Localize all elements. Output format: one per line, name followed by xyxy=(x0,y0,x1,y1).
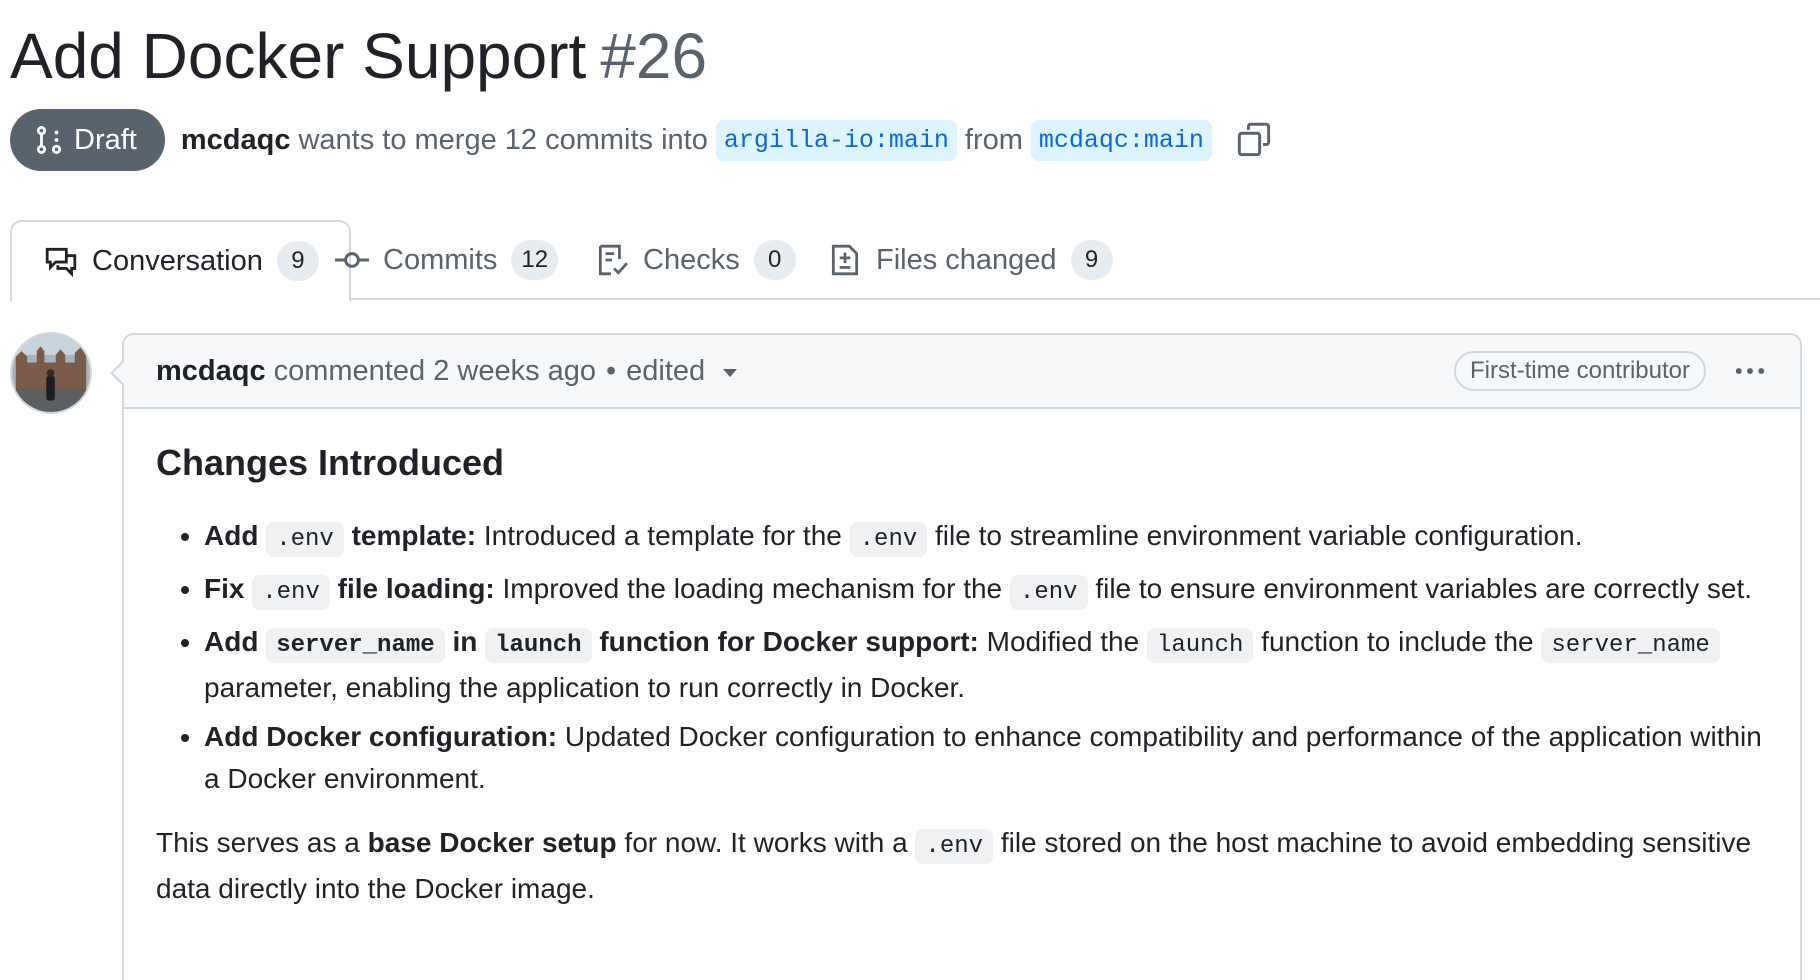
text: file to ensure environment variables are… xyxy=(1095,573,1753,604)
comment-header: mcdaqc commented 2 weeks ago • edited Fi… xyxy=(124,335,1800,409)
comment-box: mcdaqc commented 2 weeks ago • edited Fi… xyxy=(110,333,1802,980)
bold-text: Add xyxy=(204,626,259,657)
inline-code: .env xyxy=(1009,575,1088,610)
inline-code: .env xyxy=(849,522,928,557)
text: function to include the xyxy=(1261,626,1534,657)
comment-discussion-icon xyxy=(45,247,77,278)
text: Modified the xyxy=(986,626,1140,657)
text: file to streamline environment variable … xyxy=(935,520,1583,551)
comment-timestamp[interactable]: 2 weeks ago xyxy=(433,355,596,388)
edited-label: edited xyxy=(626,354,706,387)
pr-meta: Draft mcdaqc wants to merge 12 commits i… xyxy=(10,109,1274,171)
tab-conversation-count: 9 xyxy=(276,241,319,281)
tab-checks-label: Checks xyxy=(643,243,740,276)
tab-checks-count: 0 xyxy=(753,240,796,280)
checklist-icon xyxy=(598,244,628,276)
avatar-photo xyxy=(12,334,90,412)
tab-checks[interactable]: Checks 0 xyxy=(595,220,796,300)
text: parameter, enabling the application to r… xyxy=(204,672,966,703)
list-item: Add Docker configuration: Updated Docker… xyxy=(204,716,1768,800)
bold-text: Fix xyxy=(204,573,245,604)
kebab-horizontal-icon xyxy=(1735,368,1765,374)
list-item: Add .env template: Introduced a template… xyxy=(204,515,1768,561)
bold-text: in xyxy=(452,626,478,657)
pr-number: #26 xyxy=(600,20,708,92)
bold-text: base Docker setup xyxy=(367,827,617,858)
bold-text: Add xyxy=(204,520,259,551)
bold-text: template: xyxy=(351,520,477,551)
comment-author-link[interactable]: mcdaqc xyxy=(156,355,266,388)
tab-files-changed-count: 9 xyxy=(1070,240,1113,280)
text: Improved the loading mechanism for the xyxy=(502,573,1003,604)
pr-title: Add Docker Support #26 xyxy=(10,18,707,94)
copy-icon xyxy=(1237,122,1271,157)
inline-code: .env xyxy=(266,522,344,557)
tab-files-changed-label: Files changed xyxy=(876,243,1057,276)
triangle-down-icon xyxy=(723,369,738,377)
inline-code: .env xyxy=(915,829,994,864)
git-commit-icon xyxy=(335,252,369,268)
comment-options-button[interactable] xyxy=(1730,351,1770,391)
tab-commits-label: Commits xyxy=(383,243,498,276)
file-diff-icon xyxy=(831,244,859,276)
tab-conversation-label: Conversation xyxy=(92,244,263,277)
inline-code: server_name xyxy=(266,628,445,663)
bold-text: function for Docker support: xyxy=(599,626,979,657)
comment-heading: Changes Introduced xyxy=(156,442,505,483)
separator-dot: • xyxy=(606,354,617,387)
tab-commits[interactable]: Commits 12 xyxy=(335,220,559,300)
tab-conversation[interactable]: Conversation 9 xyxy=(10,220,351,302)
text: Introduced a template for the xyxy=(483,520,842,551)
bold-text: file loading: xyxy=(337,573,495,604)
pr-tabs: Conversation 9 Commits 12 Checks 0 Files… xyxy=(10,220,1820,302)
draft-label: Draft xyxy=(74,123,137,156)
list-item: Fix .env file loading: Improved the load… xyxy=(204,568,1768,614)
pr-title-text: Add Docker Support xyxy=(10,20,587,92)
edited-dropdown[interactable]: edited xyxy=(626,354,738,388)
summary-paragraph: This serves as a base Docker setup for n… xyxy=(156,822,1768,910)
inline-code: server_name xyxy=(1541,628,1720,663)
bold-text: Add Docker configuration: xyxy=(204,721,558,752)
list-item: Add server_name in launch function for D… xyxy=(204,621,1768,709)
git-pull-request-draft-icon xyxy=(36,126,62,154)
changes-list: Add .env template: Introduced a template… xyxy=(156,515,1768,800)
comment-action: commented xyxy=(273,354,426,387)
avatar[interactable] xyxy=(10,332,92,414)
merge-text: wants to merge 12 commits into xyxy=(298,123,708,156)
text: This serves as a xyxy=(156,827,360,858)
tab-commits-count: 12 xyxy=(511,240,559,280)
inline-code: .env xyxy=(252,575,330,610)
head-branch[interactable]: mcdaqc:main xyxy=(1030,119,1212,161)
tab-files-changed[interactable]: Files changed 9 xyxy=(828,220,1113,300)
copy-branch-button[interactable] xyxy=(1234,120,1274,160)
inline-code: launch xyxy=(1146,628,1254,663)
comment-body: Changes Introduced Add .env template: In… xyxy=(124,409,1800,910)
first-time-contributor-badge: First-time contributor xyxy=(1453,351,1706,391)
inline-code: launch xyxy=(485,628,592,663)
pr-author-link[interactable]: mcdaqc xyxy=(181,124,291,157)
base-branch[interactable]: argilla-io:main xyxy=(715,119,957,161)
text: for now. It works with a xyxy=(624,827,908,858)
draft-state-badge: Draft xyxy=(10,109,165,171)
from-text: from xyxy=(964,123,1023,156)
